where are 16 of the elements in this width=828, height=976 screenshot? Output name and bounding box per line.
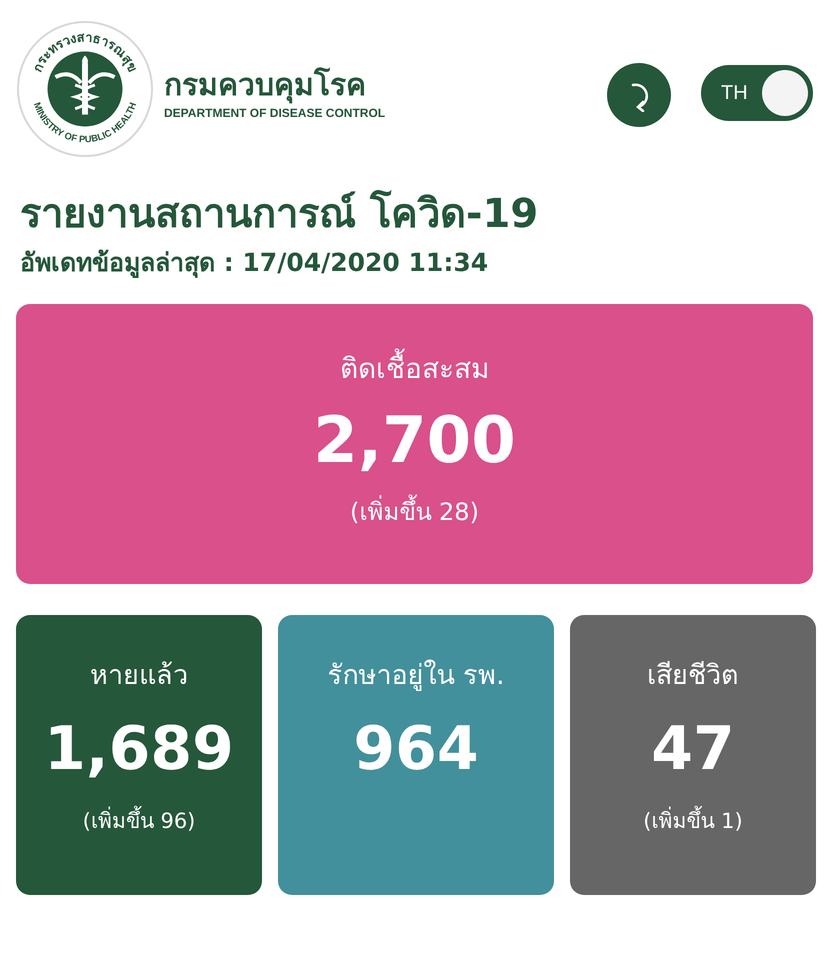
- card-value: 2,700: [313, 404, 516, 478]
- card-value: 964: [353, 714, 479, 784]
- language-toggle[interactable]: TH: [701, 65, 813, 121]
- update-timestamp: อัพเดทข้อมูลล่าสุด : 17/04/2020 11:34: [20, 247, 490, 280]
- card-label: เสียชีวิต: [647, 659, 739, 693]
- card-value: 47: [651, 714, 735, 784]
- card-label: รักษาอยู่ใน รพ.: [327, 658, 505, 693]
- card-label: ติดเชื้อสะสม: [340, 346, 489, 390]
- card-change: (เพิ่มขึ้น 1): [643, 804, 743, 837]
- page-title: รายงานสถานการณ์ โควิด-19: [20, 190, 540, 238]
- card-change: (เพิ่มขึ้น 28): [350, 492, 479, 531]
- card-label: หายแล้ว: [90, 659, 188, 693]
- card-change: (เพิ่มขึ้น 96): [82, 804, 196, 837]
- org-name: กรมควบคุมโรค: [164, 68, 367, 102]
- card-value: 1,689: [44, 714, 234, 784]
- org-name-english: DEPARTMENT OF DISEASE CONTROL: [164, 106, 386, 120]
